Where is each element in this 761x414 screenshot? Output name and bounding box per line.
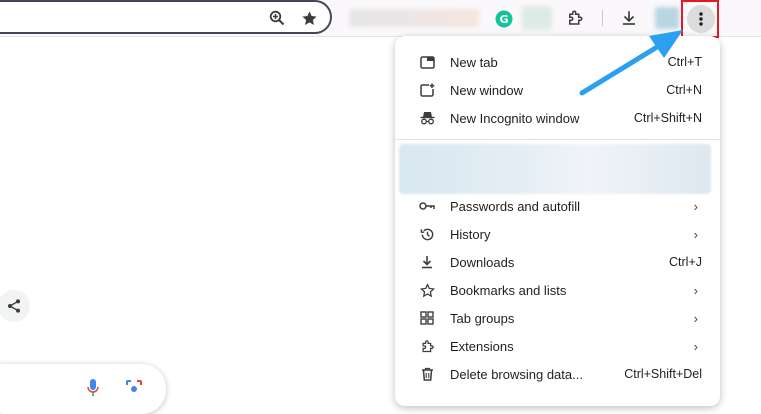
blurred-extension-area	[349, 9, 479, 27]
microphone-icon[interactable]	[86, 378, 100, 398]
menu-item-extensions[interactable]: Extensions ›	[395, 332, 720, 360]
trash-icon	[419, 366, 435, 382]
menu-item-label: Delete browsing data...	[450, 366, 583, 382]
menu-item-new-incognito-window[interactable]: New Incognito window Ctrl+Shift+N	[395, 104, 720, 132]
grammarly-icon[interactable]: G	[494, 9, 514, 29]
menu-item-new-tab[interactable]: New tab Ctrl+T	[395, 48, 720, 76]
new-window-icon	[419, 82, 435, 98]
menu-item-label: Passwords and autofill	[450, 198, 581, 214]
blurred-extension-icon	[522, 6, 552, 30]
menu-item-delete-browsing-data[interactable]: Delete browsing data... Ctrl+Shift+Del	[395, 360, 720, 388]
google-search-box[interactable]	[0, 364, 166, 414]
toolbar-divider	[602, 10, 603, 26]
menu-item-shortcut: Ctrl+J	[669, 255, 702, 269]
menu-item-label: New tab	[450, 54, 498, 70]
svg-text:G: G	[499, 13, 508, 26]
menu-item-tab-groups[interactable]: Tab groups ›	[395, 304, 720, 332]
chevron-right-icon: ›	[693, 310, 698, 326]
menu-item-label: New window	[450, 82, 523, 98]
google-lens-icon[interactable]	[124, 378, 144, 398]
menu-item-label: Downloads	[450, 254, 515, 270]
chevron-right-icon: ›	[693, 282, 698, 298]
menu-divider	[395, 139, 720, 140]
share-icon	[8, 299, 20, 313]
puzzle-icon[interactable]	[565, 8, 585, 28]
menu-item-label: New Incognito window	[450, 110, 580, 126]
menu-item-label: Tab groups	[450, 310, 515, 326]
history-icon	[419, 226, 435, 242]
bookmark-star-icon[interactable]	[300, 9, 318, 27]
menu-item-label: Extensions	[450, 338, 514, 354]
blurred-profile-avatar	[655, 7, 679, 29]
menu-item-downloads[interactable]: Downloads Ctrl+J	[395, 248, 720, 276]
menu-highlight-box	[681, 0, 719, 38]
menu-item-shortcut: Ctrl+T	[667, 55, 702, 69]
menu-item-label: History	[450, 226, 491, 242]
tab-groups-icon	[419, 310, 435, 326]
download-icon[interactable]	[619, 8, 639, 28]
zoom-in-icon[interactable]	[268, 9, 286, 27]
menu-item-shortcut: Ctrl+N	[666, 83, 702, 97]
menu-item-shortcut: Ctrl+Shift+Del	[624, 367, 702, 381]
menu-item-label: Bookmarks and lists	[450, 282, 567, 298]
key-icon	[419, 198, 435, 214]
menu-item-passwords-and-autofill[interactable]: Passwords and autofill ›	[395, 192, 720, 220]
menu-item-shortcut: Ctrl+Shift+N	[633, 111, 702, 125]
chevron-right-icon: ›	[693, 226, 698, 242]
share-button[interactable]	[0, 290, 30, 322]
new-tab-icon	[419, 54, 435, 70]
menu-item-history[interactable]: History ›	[395, 220, 720, 248]
browser-toolbar: G	[0, 0, 761, 38]
menu-item-bookmarks-and-lists[interactable]: Bookmarks and lists ›	[395, 276, 720, 304]
puzzle-icon	[419, 338, 435, 354]
address-bar[interactable]	[0, 0, 332, 34]
download-icon	[419, 254, 435, 270]
star-outline-icon	[419, 282, 435, 298]
menu-item-new-window[interactable]: New window Ctrl+N	[395, 76, 720, 104]
blurred-profile-row[interactable]	[399, 144, 711, 194]
incognito-icon	[419, 110, 435, 126]
chevron-right-icon: ›	[693, 198, 698, 214]
chevron-right-icon: ›	[693, 338, 698, 354]
chrome-main-menu: New tab Ctrl+T New window Ctrl+N New Inc…	[395, 36, 720, 406]
